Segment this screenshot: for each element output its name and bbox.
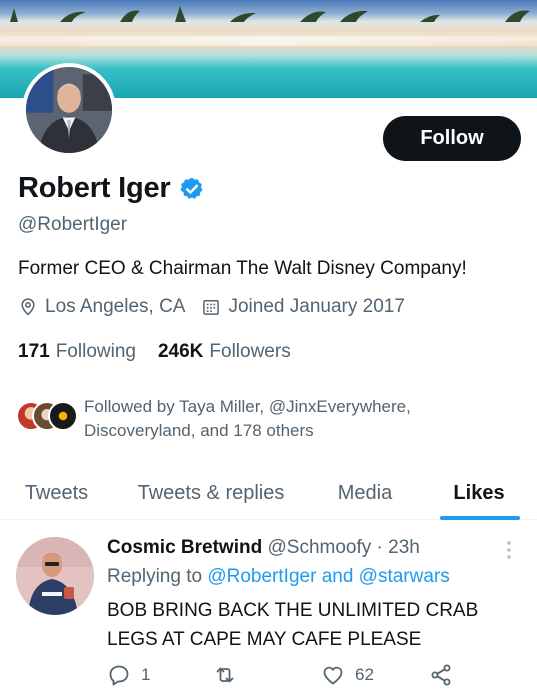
- location-pin-icon: [21, 298, 35, 316]
- location-text: Los Angeles, CA: [45, 296, 186, 317]
- profile-joined: Joined January 2017: [201, 296, 405, 318]
- profile-bio: Former CEO & Chairman The Walt Disney Co…: [18, 258, 467, 279]
- tab-media[interactable]: Media: [309, 466, 421, 520]
- reply-count: 1: [141, 665, 151, 684]
- followers-count: 246K: [157, 341, 204, 362]
- tweet-author-avatar[interactable]: [16, 537, 94, 615]
- joined-text: Joined January 2017: [228, 296, 405, 317]
- share-icon: [431, 664, 451, 686]
- banner-sand: [0, 36, 537, 46]
- tab-tweets[interactable]: Tweets: [0, 466, 113, 520]
- tweet-avatar-photo: [16, 537, 94, 615]
- followed-by[interactable]: Followed by Taya Miller, @JinxEverywhere…: [16, 395, 444, 443]
- share-button[interactable]: [429, 663, 453, 687]
- replying-to-joiner: and: [321, 566, 354, 587]
- reply-icon: [109, 665, 129, 686]
- tweet[interactable]: Cosmic Bretwind @Schmoofy · 23h Replying…: [0, 521, 537, 700]
- heart-icon: [323, 666, 343, 685]
- tab-label: Likes: [453, 481, 505, 504]
- more-vertical-icon[interactable]: [500, 539, 518, 561]
- followed-by-text: Followed by Taya Miller, @JinxEverywhere…: [84, 397, 411, 440]
- retweet-button[interactable]: [213, 663, 247, 687]
- tab-label: Tweets & replies: [137, 481, 285, 504]
- following-label: Following: [55, 341, 136, 362]
- retweet-icon: [216, 667, 234, 683]
- verified-badge-icon[interactable]: [179, 176, 205, 202]
- follow-button[interactable]: Follow: [383, 116, 521, 161]
- active-tab-indicator: [440, 516, 520, 520]
- profile-tabs: Tweets Tweets & replies Media Likes: [0, 466, 537, 520]
- follower-avatar: [48, 401, 78, 431]
- reply-button[interactable]: 1: [107, 663, 150, 687]
- profile-meta: Los Angeles, CA Joined January 2017: [18, 296, 405, 318]
- tab-tweets-and-replies[interactable]: Tweets & replies: [113, 466, 309, 520]
- calendar-icon: [203, 300, 220, 315]
- profile-stats: 171 Following 246K Followers: [18, 341, 291, 363]
- like-count: 62: [355, 665, 374, 684]
- replying-to-user-2[interactable]: @starwars: [359, 566, 450, 587]
- followed-by-avatars: [16, 395, 80, 433]
- banner-palm-trees: [10, 6, 530, 22]
- tweet-actions: 1 62: [107, 663, 527, 691]
- like-button[interactable]: 62: [321, 663, 374, 687]
- tweet-author-handle[interactable]: @Schmoofy: [267, 537, 371, 558]
- profile-avatar[interactable]: [22, 63, 116, 157]
- profile-handle: @RobertIger: [18, 214, 128, 235]
- tab-likes[interactable]: Likes: [421, 466, 537, 520]
- replying-to-prefix: Replying to: [107, 566, 203, 587]
- tab-label: Tweets: [24, 481, 89, 504]
- following-count: 171: [18, 341, 50, 362]
- tab-label: Media: [337, 481, 393, 504]
- replying-to: Replying to @RobertIger and @starwars: [107, 566, 450, 588]
- tweet-time[interactable]: 23h: [388, 537, 420, 558]
- profile-name-row: Robert Iger: [18, 172, 205, 205]
- followers-label: Followers: [209, 341, 291, 362]
- following-link[interactable]: 171 Following: [18, 341, 136, 363]
- profile-name: Robert Iger: [18, 172, 171, 204]
- avatar-photo: [26, 67, 112, 153]
- tweet-separator: ·: [376, 537, 383, 558]
- replying-to-user-1[interactable]: @RobertIger: [207, 566, 316, 587]
- followers-link[interactable]: 246K Followers: [158, 341, 291, 363]
- tweet-header: Cosmic Bretwind @Schmoofy · 23h: [107, 537, 420, 559]
- profile-location: Los Angeles, CA: [18, 296, 185, 318]
- tweet-author-name[interactable]: Cosmic Bretwind: [107, 537, 262, 558]
- tweet-text: BOB BRING BACK THE UNLIMITED CRAB LEGS A…: [107, 600, 479, 650]
